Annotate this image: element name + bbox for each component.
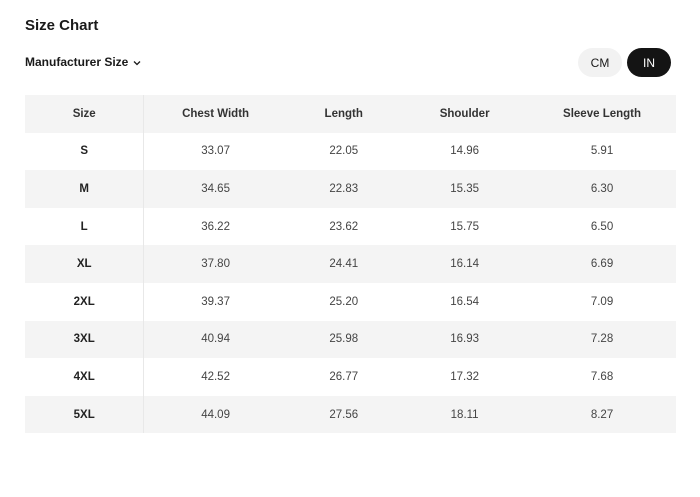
sleeve-length-cell: 6.30 [528, 170, 676, 208]
unit-in-button[interactable]: IN [627, 48, 671, 77]
header-size: Size [25, 95, 145, 133]
sleeve-length-cell: 7.68 [528, 358, 676, 396]
length-cell: 23.62 [286, 207, 401, 246]
chest-width-cell: 40.94 [143, 320, 287, 359]
unit-toggle: CM IN [578, 48, 671, 77]
page-title: Size Chart [25, 17, 99, 34]
table-header-row: Size Chest Width Length Shoulder Sleeve … [25, 95, 676, 133]
sleeve-length-cell: 8.27 [528, 395, 676, 434]
table-row: XL 37.80 24.41 16.14 6.69 [25, 245, 676, 283]
header-chest-width: Chest Width [143, 95, 287, 133]
chest-width-cell: 44.09 [143, 395, 287, 434]
shoulder-cell: 15.35 [400, 170, 529, 208]
size-dropdown-label: Manufacturer Size [25, 55, 129, 69]
chest-width-cell: 36.22 [143, 207, 287, 246]
length-cell: 22.05 [286, 132, 401, 171]
length-cell: 22.83 [286, 170, 401, 208]
length-cell: 25.98 [286, 320, 401, 359]
length-cell: 24.41 [286, 245, 401, 283]
table-row: 4XL 42.52 26.77 17.32 7.68 [25, 358, 676, 396]
header-shoulder: Shoulder [400, 95, 529, 133]
chest-width-cell: 34.65 [143, 170, 287, 208]
shoulder-cell: 14.96 [400, 132, 529, 171]
sleeve-length-cell: 6.50 [528, 207, 676, 246]
size-cell: XL [25, 245, 145, 283]
length-cell: 27.56 [286, 395, 401, 434]
table-row: S 33.07 22.05 14.96 5.91 [25, 132, 676, 171]
unit-cm-button[interactable]: CM [578, 48, 622, 77]
header-sleeve-length: Sleeve Length [528, 95, 676, 133]
size-chart-panel: Size Chart Manufacturer Size CM IN Size … [0, 0, 700, 497]
shoulder-cell: 16.54 [400, 282, 529, 321]
size-cell: 4XL [25, 358, 145, 396]
length-cell: 25.20 [286, 282, 401, 321]
table-row: 3XL 40.94 25.98 16.93 7.28 [25, 320, 676, 359]
chest-width-cell: 39.37 [143, 282, 287, 321]
sleeve-length-cell: 6.69 [528, 245, 676, 283]
size-cell: L [25, 207, 145, 246]
sleeve-length-cell: 5.91 [528, 132, 676, 171]
shoulder-cell: 18.11 [400, 395, 529, 434]
chevron-down-icon [132, 57, 142, 67]
shoulder-cell: 15.75 [400, 207, 529, 246]
sleeve-length-cell: 7.28 [528, 320, 676, 359]
table-row: L 36.22 23.62 15.75 6.50 [25, 207, 676, 246]
manufacturer-size-dropdown[interactable]: Manufacturer Size [25, 55, 142, 69]
size-cell: 3XL [25, 320, 145, 359]
chest-width-cell: 33.07 [143, 132, 287, 171]
size-cell: 5XL [25, 395, 145, 434]
size-table: Size Chest Width Length Shoulder Sleeve … [25, 95, 676, 434]
shoulder-cell: 16.14 [400, 245, 529, 283]
size-cell: S [25, 132, 145, 171]
sleeve-length-cell: 7.09 [528, 282, 676, 321]
table-row: 2XL 39.37 25.20 16.54 7.09 [25, 282, 676, 321]
chest-width-cell: 42.52 [143, 358, 287, 396]
table-row: M 34.65 22.83 15.35 6.30 [25, 170, 676, 208]
length-cell: 26.77 [286, 358, 401, 396]
shoulder-cell: 16.93 [400, 320, 529, 359]
size-cell: M [25, 170, 145, 208]
shoulder-cell: 17.32 [400, 358, 529, 396]
table-row: 5XL 44.09 27.56 18.11 8.27 [25, 395, 676, 434]
size-cell: 2XL [25, 282, 145, 321]
chest-width-cell: 37.80 [143, 245, 287, 283]
header-length: Length [286, 95, 401, 133]
